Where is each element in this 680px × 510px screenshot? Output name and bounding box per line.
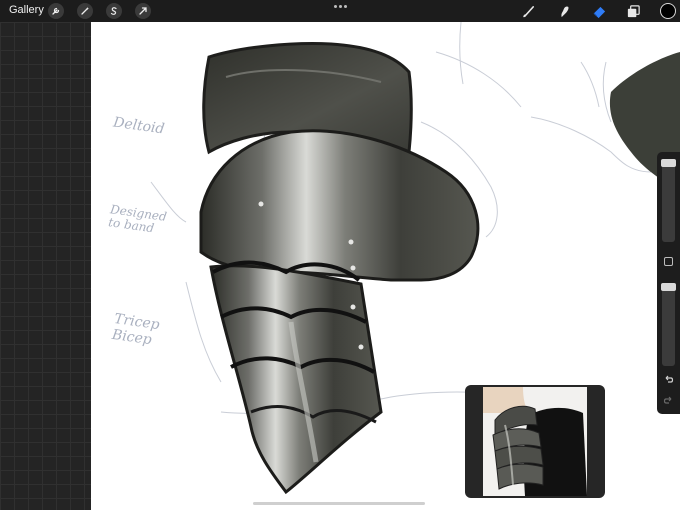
undo-icon[interactable] [663,374,674,385]
smudge-tool[interactable] [556,3,572,19]
sketch-note-tricep-bicep: Tricep Bicep [110,310,161,349]
brush-sidebar [657,152,680,414]
modify-button[interactable] [664,257,673,266]
layers-icon [627,4,640,17]
brush-size-slider[interactable] [662,160,675,242]
opacity-thumb[interactable] [661,283,676,291]
reference-window[interactable] [465,385,605,498]
brush-tool[interactable] [521,3,537,19]
home-indicator [253,502,425,505]
top-toolbar: Gallery [0,0,680,22]
transform-arrow-icon [139,7,147,15]
gallery-button[interactable]: Gallery [9,4,44,16]
selection-s-icon [110,7,117,15]
eraser-tool[interactable] [591,3,607,19]
brush-size-thumb[interactable] [661,159,676,167]
redo-icon[interactable] [663,395,674,406]
selection-button[interactable] [106,3,122,19]
adjustments-button[interactable] [77,3,93,19]
magic-wand-icon [81,7,90,15]
smudge-icon [560,5,568,17]
color-picker-button[interactable] [660,3,676,19]
reference-photo [483,387,587,496]
more-options-icon[interactable] [334,5,347,8]
transform-button[interactable] [135,3,151,19]
eraser-icon [593,6,605,18]
layers-tool[interactable] [625,3,641,19]
canvas-background-grid [0,22,91,510]
wrench-icon [52,7,60,15]
opacity-slider[interactable] [662,284,675,366]
brush-icon [522,5,534,17]
actions-button[interactable] [48,3,64,19]
